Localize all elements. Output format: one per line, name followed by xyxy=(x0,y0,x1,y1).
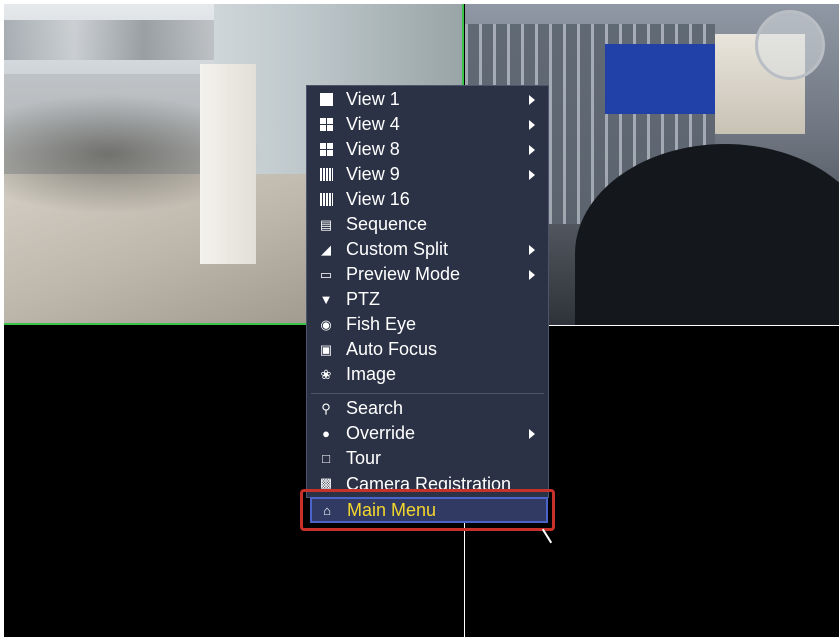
menu-item-image[interactable]: ❀ Image xyxy=(307,362,548,387)
submenu-arrow-icon xyxy=(529,145,535,155)
sixteen-split-icon xyxy=(319,193,333,207)
menu-item-search[interactable]: ⚲ Search xyxy=(307,396,548,421)
context-menu: View 1 View 4 View 8 View 9 View 16 ▤ Se… xyxy=(306,85,549,523)
menu-item-sequence[interactable]: ▤ Sequence xyxy=(307,212,548,237)
fish-eye-icon: ◉ xyxy=(320,317,332,332)
menu-item-ptz[interactable]: ▼ PTZ xyxy=(307,287,548,312)
menu-item-override[interactable]: ● Override xyxy=(307,421,548,446)
submenu-arrow-icon xyxy=(529,245,535,255)
menu-item-view-9[interactable]: View 9 xyxy=(307,162,548,187)
mouse-icon: ● xyxy=(322,426,330,441)
monitor-icon: ▭ xyxy=(319,267,333,282)
main-menu-highlight-box xyxy=(300,489,555,531)
menu-item-camera-registration[interactable]: ▩ Camera Registration xyxy=(307,471,548,491)
search-icon: ⚲ xyxy=(321,401,331,416)
menu-item-fish-eye[interactable]: ◉ Fish Eye xyxy=(307,312,548,337)
nine-split-icon xyxy=(319,168,333,182)
quad-view-icon xyxy=(319,118,333,132)
submenu-arrow-icon xyxy=(529,429,535,439)
eight-split-icon xyxy=(319,143,333,157)
single-view-icon xyxy=(319,93,333,107)
menu-item-view-1[interactable]: View 1 xyxy=(307,87,548,112)
menu-item-view-16[interactable]: View 16 xyxy=(307,187,548,212)
menu-item-tour[interactable]: □ Tour xyxy=(307,446,548,471)
sequence-icon: ▤ xyxy=(319,217,333,232)
auto-focus-icon: ▣ xyxy=(319,342,333,357)
menu-item-custom-split[interactable]: ◢ Custom Split xyxy=(307,237,548,262)
submenu-arrow-icon xyxy=(529,120,535,130)
custom-split-icon: ◢ xyxy=(321,242,331,257)
menu-item-view-4[interactable]: View 4 xyxy=(307,112,548,137)
menu-separator xyxy=(311,393,544,394)
menu-item-view-8[interactable]: View 8 xyxy=(307,137,548,162)
camera-registration-icon: ▩ xyxy=(319,474,333,490)
menu-item-auto-focus[interactable]: ▣ Auto Focus xyxy=(307,337,548,362)
submenu-arrow-icon xyxy=(529,170,535,180)
submenu-arrow-icon xyxy=(529,95,535,105)
ptz-dome-icon: ▼ xyxy=(319,292,333,307)
tour-icon: □ xyxy=(322,451,330,466)
palette-icon: ❀ xyxy=(320,367,332,382)
submenu-arrow-icon xyxy=(529,270,535,280)
menu-item-preview-mode[interactable]: ▭ Preview Mode xyxy=(307,262,548,287)
fan-object xyxy=(755,10,825,80)
